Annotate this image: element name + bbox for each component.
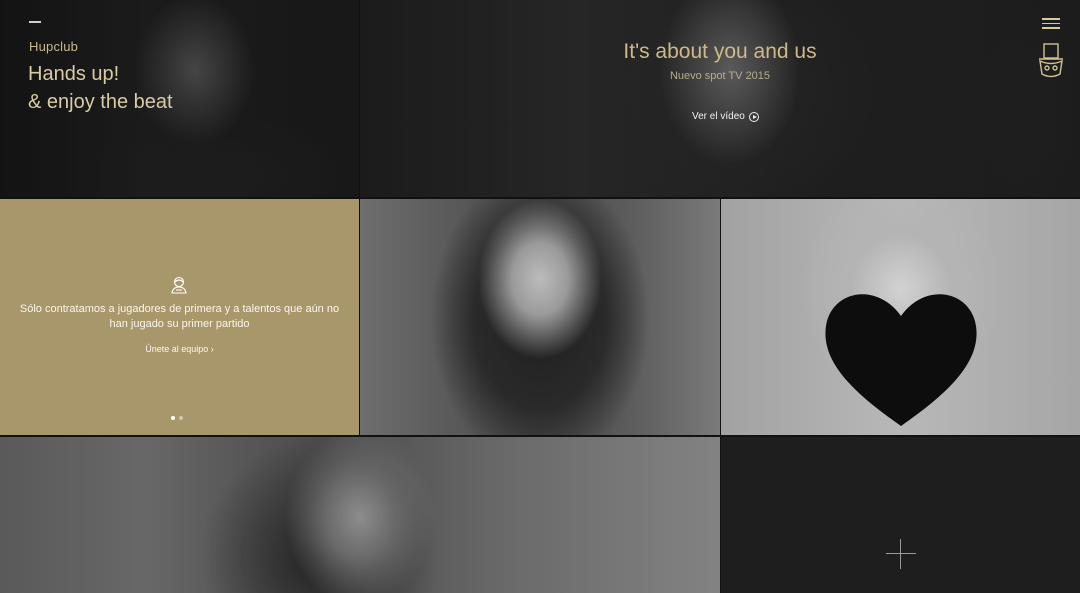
- brand-name: Hupclub: [29, 39, 79, 54]
- hero-tile-hupclub[interactable]: Hupclub Hands up! & enjoy the beat: [0, 0, 359, 197]
- photo-tile-child-heart[interactable]: [721, 199, 1080, 435]
- plus-icon[interactable]: [886, 539, 916, 569]
- photo-overlay: [360, 0, 1080, 197]
- play-icon: [748, 111, 759, 122]
- watch-video-label: Ver el vídeo: [692, 111, 745, 122]
- load-more-tile[interactable]: [721, 437, 1080, 593]
- slider-dot-1[interactable]: [171, 416, 175, 420]
- slider-pagination: [171, 416, 183, 420]
- heart-shape: [825, 294, 977, 426]
- menu-icon[interactable]: [1042, 18, 1060, 30]
- photo-tile-winter-woman[interactable]: [0, 437, 720, 593]
- tagline-line-1: Hands up!: [28, 63, 120, 85]
- hat-logo-icon[interactable]: [1035, 42, 1067, 80]
- hero-tagline: Hands up! & enjoy the beat: [28, 60, 173, 116]
- promo-text: Sólo contratamos a jugadores de primera …: [19, 303, 340, 330]
- photo-overlay: [0, 437, 720, 593]
- video-title: It's about you and us: [623, 40, 817, 63]
- recruit-promo-tile: Sólo contratamos a jugadores de primera …: [0, 199, 359, 435]
- brand-dash: [29, 21, 41, 23]
- video-tile[interactable]: It's about you and us Nuevo spot TV 2015…: [360, 0, 1080, 197]
- join-team-link[interactable]: Únete al equipo ›: [0, 344, 359, 354]
- watch-video-link[interactable]: Ver el vídeo: [692, 111, 759, 122]
- player-icon: [171, 276, 187, 294]
- video-subtitle: Nuevo spot TV 2015: [669, 70, 771, 82]
- tagline-line-2: & enjoy the beat: [28, 91, 173, 113]
- photo-tile-smiling-woman[interactable]: [360, 199, 720, 435]
- slider-dot-2[interactable]: [179, 416, 183, 420]
